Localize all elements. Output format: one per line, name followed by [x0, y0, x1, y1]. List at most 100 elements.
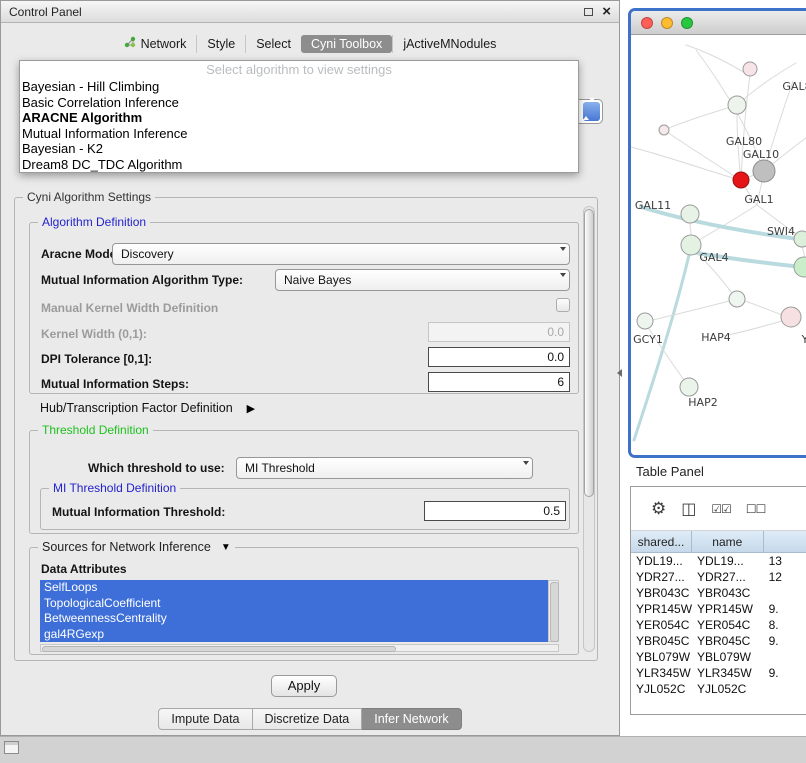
network-edge[interactable]	[745, 301, 782, 315]
table-cell[interactable]: 9.	[764, 601, 806, 617]
network-node[interactable]	[681, 205, 699, 223]
table-cell[interactable]: 8.	[764, 617, 806, 633]
manual-kernel-width-checkbox[interactable]	[556, 298, 570, 312]
table-cell[interactable]: 12	[764, 569, 806, 585]
network-node[interactable]	[733, 172, 749, 188]
tab-style[interactable]: Style	[196, 35, 245, 53]
tab-impute-data[interactable]: Impute Data	[158, 708, 252, 730]
scrollbar-thumb[interactable]	[584, 209, 594, 497]
column-header[interactable]: name	[692, 531, 764, 553]
close-icon[interactable]: ×	[602, 5, 611, 19]
algorithm-option[interactable]: Dream8 DC_TDC Algorithm	[20, 157, 578, 173]
table-cell[interactable]: YLR345W	[631, 665, 692, 681]
float-window-icon[interactable]	[584, 8, 593, 16]
table-row[interactable]: YER054CYER054C8.	[631, 617, 806, 633]
algorithm-option[interactable]: Bayesian - Hill Climbing	[20, 79, 578, 95]
deselect-all-checkboxes-icon[interactable]: ☐☐	[746, 502, 766, 516]
control-panel-titlebar[interactable]: Control Panel ×	[1, 1, 619, 23]
table-cell[interactable]: YPR145W	[631, 601, 692, 617]
table-row[interactable]: YBR045CYBR045C9.	[631, 633, 806, 649]
zoom-traffic-light-icon[interactable]	[681, 17, 693, 29]
network-node[interactable]	[637, 313, 653, 329]
dropdown-placeholder[interactable]: Select algorithm to view settings	[20, 61, 578, 79]
table-cell[interactable]: YJL052C	[631, 681, 692, 697]
apply-button[interactable]: Apply	[271, 675, 337, 697]
network-node[interactable]	[680, 378, 698, 396]
network-edge[interactable]	[723, 321, 782, 336]
attribute-list-vscrollbar[interactable]	[548, 580, 559, 642]
algorithm-option[interactable]: Bayesian - K2	[20, 141, 578, 157]
table-row[interactable]: YDR27...YDR27...12	[631, 569, 806, 585]
attribute-item-selected[interactable]: gal4RGexp	[40, 627, 548, 643]
which-threshold-combobox[interactable]: MI Threshold	[236, 457, 533, 479]
network-canvas[interactable]: GAL8GAL80GAL10GAL11GAL1SWI4GAL4GCY1HAP4H…	[631, 35, 806, 455]
network-edge[interactable]	[669, 105, 737, 128]
tab-jactivemodules[interactable]: jActiveMNodules	[392, 35, 506, 53]
expand-arrow-icon[interactable]: ▶	[247, 402, 255, 415]
table-cell[interactable]	[764, 585, 806, 601]
columns-icon[interactable]: ◫	[681, 499, 696, 519]
table-cell[interactable]: YER054C	[692, 617, 764, 633]
scrollbar-thumb[interactable]	[550, 582, 559, 642]
algorithm-option[interactable]: Basic Correlation Inference	[20, 95, 578, 111]
mi-threshold-input[interactable]	[424, 501, 566, 521]
minimize-traffic-light-icon[interactable]	[661, 17, 673, 29]
table-cell[interactable]: YBR045C	[692, 633, 764, 649]
network-node[interactable]	[794, 231, 806, 247]
table-cell[interactable]: YLR345W	[692, 665, 764, 681]
table-row[interactable]: YLR345WYLR345W9.	[631, 665, 806, 681]
table-cell[interactable]	[764, 681, 806, 697]
table-row[interactable]: YDL19...YDL19...13	[631, 553, 806, 569]
network-edge[interactable]	[631, 147, 733, 178]
tab-discretize-data[interactable]: Discretize Data	[253, 708, 363, 730]
table-cell[interactable]: YDR27...	[631, 569, 692, 585]
table-cell[interactable]: 9.	[764, 633, 806, 649]
network-node[interactable]	[743, 62, 757, 76]
panel-resize-arrow[interactable]	[617, 369, 622, 377]
attribute-list-hscrollbar[interactable]	[40, 644, 559, 652]
algorithm-option[interactable]: Mutual Information Inference	[20, 126, 578, 142]
tab-cyni-toolbox[interactable]: Cyni Toolbox	[301, 35, 392, 53]
network-node[interactable]	[794, 257, 806, 277]
table-cell[interactable]: YBR045C	[631, 633, 692, 649]
column-header[interactable]: shared...	[631, 531, 692, 553]
table-cell[interactable]: 9.	[764, 665, 806, 681]
table-cell[interactable]: YDR27...	[692, 569, 764, 585]
network-node[interactable]	[681, 235, 701, 255]
network-window-titlebar[interactable]	[631, 11, 806, 35]
table-cell[interactable]: YBL079W	[631, 649, 692, 665]
kernel-width-input[interactable]	[428, 322, 570, 342]
gear-icon[interactable]: ⚙	[651, 499, 666, 519]
mi-steps-input[interactable]	[428, 372, 570, 392]
table-cell[interactable]: YER054C	[631, 617, 692, 633]
tab-network[interactable]: Network	[114, 34, 197, 53]
settings-scrollbar[interactable]	[583, 206, 595, 652]
network-edge[interactable]	[686, 45, 750, 76]
network-node[interactable]	[659, 125, 669, 135]
mi-algorithm-type-combobox[interactable]: Naive Bayes	[275, 269, 570, 291]
tab-select[interactable]: Select	[245, 35, 301, 53]
table-cell[interactable]: YJL052C	[692, 681, 764, 697]
table-row[interactable]: YPR145WYPR145W9.	[631, 601, 806, 617]
table-cell[interactable]: YBL079W	[692, 649, 764, 665]
table-cell[interactable]: YBR043C	[692, 585, 764, 601]
network-edge[interactable]	[653, 301, 729, 320]
table-cell[interactable]: YDL19...	[631, 553, 692, 569]
table-row[interactable]: YBL079WYBL079W	[631, 649, 806, 665]
table-cell[interactable]: YBR043C	[631, 585, 692, 601]
network-edge[interactable]	[690, 223, 691, 235]
table-row[interactable]: YJL052CYJL052C	[631, 681, 806, 697]
attribute-item-selected[interactable]: SelfLoops	[40, 580, 548, 596]
network-edge[interactable]	[664, 130, 734, 176]
network-node[interactable]	[781, 307, 801, 327]
table-cell[interactable]: YDL19...	[692, 553, 764, 569]
minimized-panel-icon[interactable]	[4, 741, 19, 754]
tab-infer-network[interactable]: Infer Network	[362, 708, 461, 730]
hub-definition-expander[interactable]: Hub/Transcription Factor Definition ▶	[40, 401, 255, 415]
collapse-arrow-icon[interactable]: ▼	[221, 542, 231, 553]
table-cell[interactable]	[764, 649, 806, 665]
aracne-mode-combobox[interactable]: Discovery	[112, 243, 570, 265]
table-row[interactable]: YBR043CYBR043C	[631, 585, 806, 601]
table-cell[interactable]: YPR145W	[692, 601, 764, 617]
dpi-tolerance-input[interactable]	[428, 347, 570, 367]
